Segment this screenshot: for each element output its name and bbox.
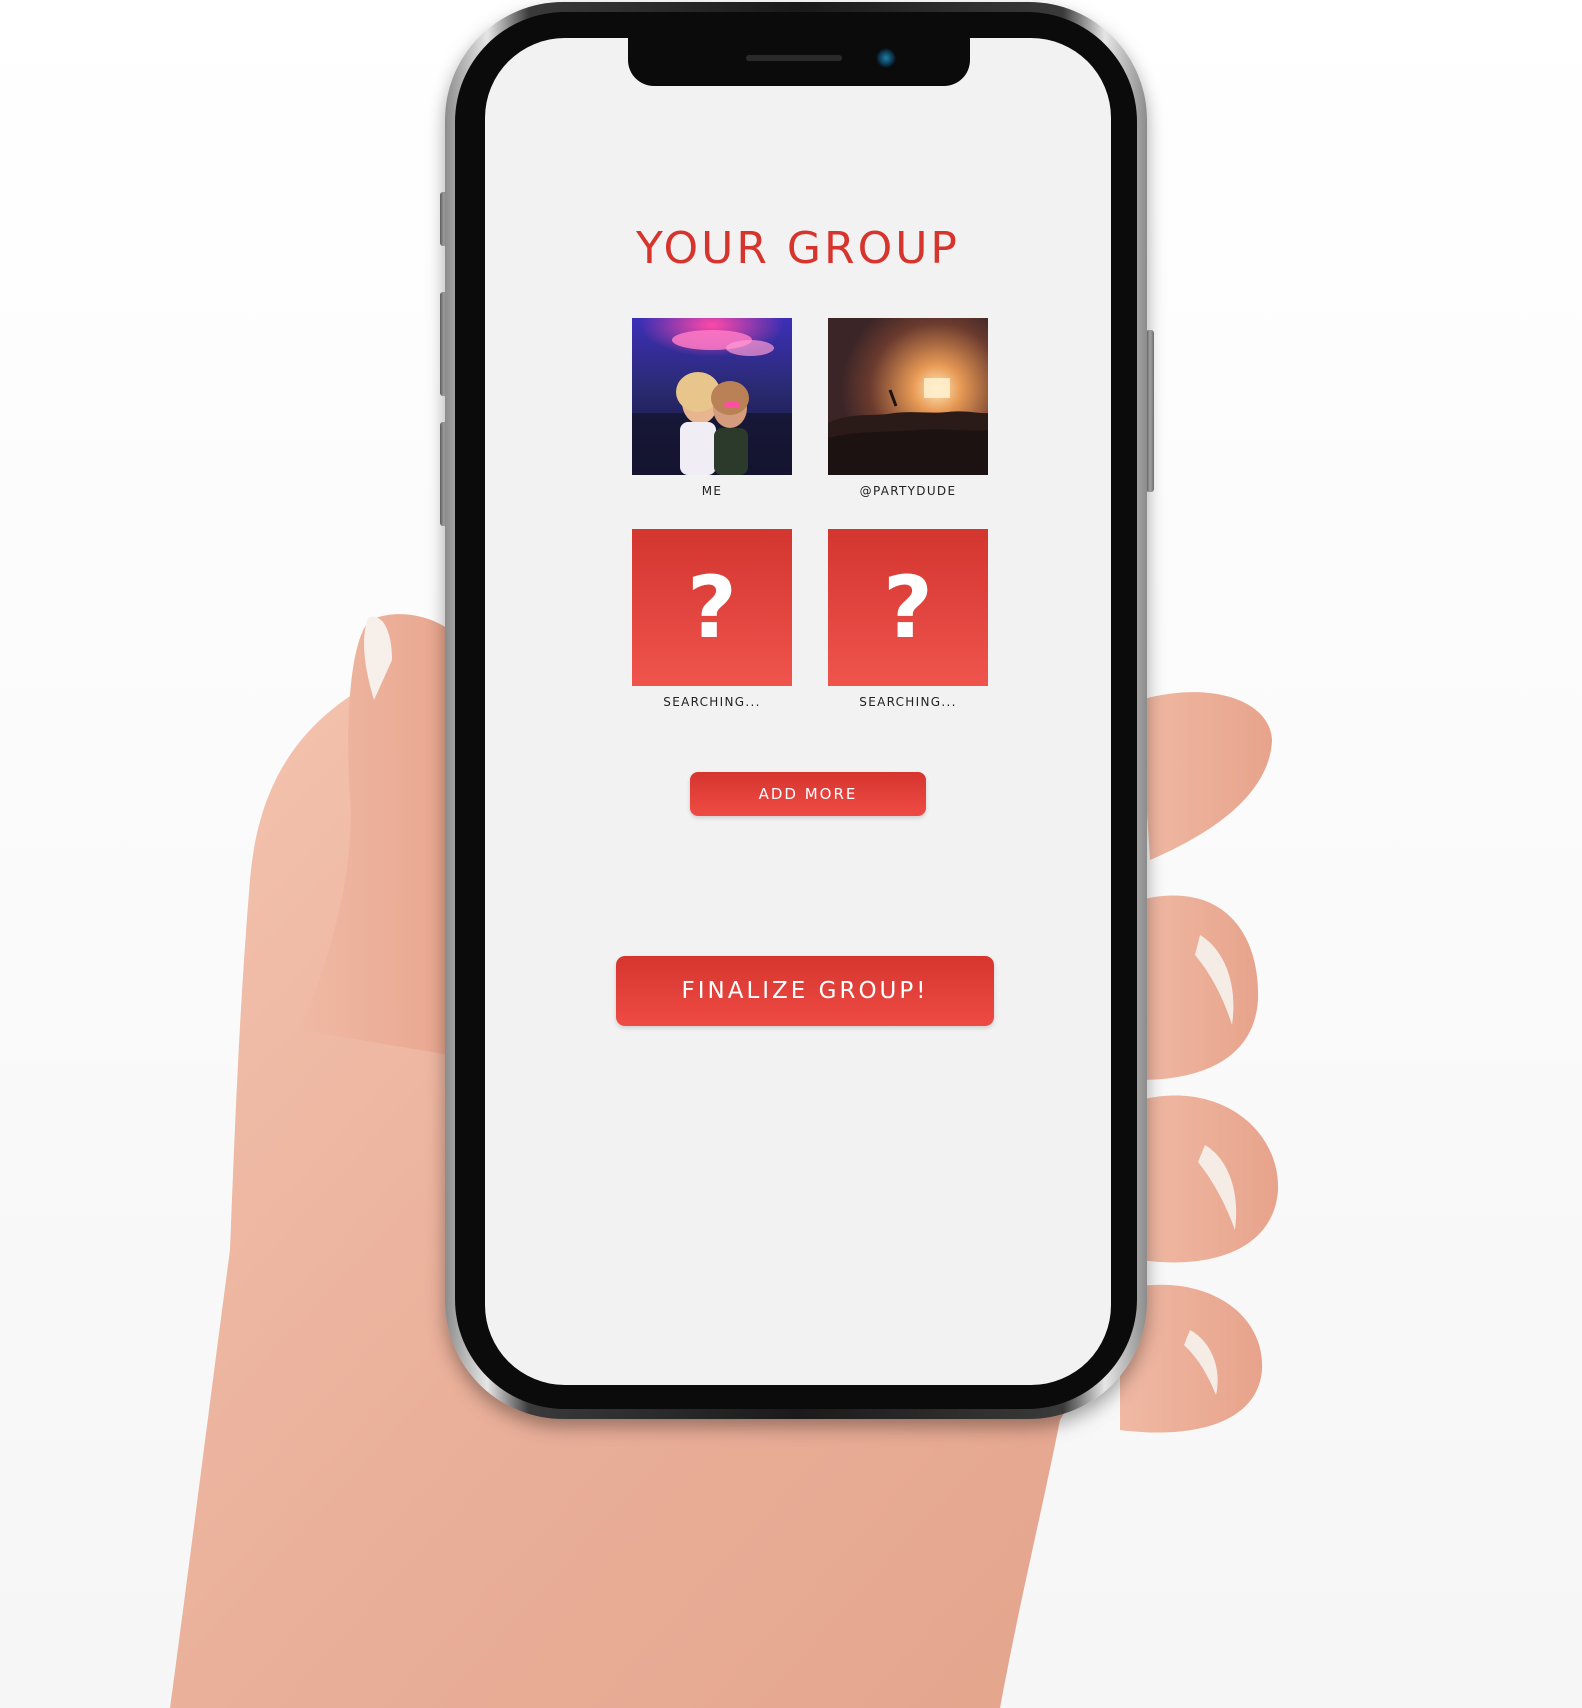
mockup-stage: YOUR GROUP ME @PARTYDUDE ? SEARCHING... …: [0, 0, 1582, 1708]
phone-side-button: [1146, 330, 1154, 492]
member-caption: @PARTYDUDE: [859, 484, 957, 498]
member-tile-partydude[interactable]: @PARTYDUDE: [828, 318, 988, 498]
camera-icon: [876, 48, 896, 68]
phone-screen: YOUR GROUP ME @PARTYDUDE ? SEARCHING... …: [485, 38, 1111, 1385]
member-caption: SEARCHING...: [859, 695, 957, 709]
question-mark-icon: ?: [687, 557, 737, 658]
speaker-grille: [746, 55, 842, 61]
party-friends-photo: [632, 318, 792, 475]
member-caption: ME: [701, 484, 723, 498]
searching-placeholder: ?: [828, 529, 988, 686]
member-tile-searching[interactable]: ? SEARCHING...: [828, 529, 988, 709]
finalize-group-button[interactable]: FINALIZE GROUP!: [616, 956, 994, 1026]
question-mark-icon: ?: [883, 557, 933, 658]
member-caption: SEARCHING...: [663, 695, 761, 709]
member-tile-searching[interactable]: ? SEARCHING...: [632, 529, 792, 709]
phone-notch: [628, 38, 970, 86]
add-more-button[interactable]: ADD MORE: [690, 772, 926, 816]
member-tile-me[interactable]: ME: [632, 318, 792, 498]
searching-placeholder: ?: [632, 529, 792, 686]
page-title: YOUR GROUP: [636, 223, 960, 274]
concert-crowd-photo: [828, 318, 988, 475]
